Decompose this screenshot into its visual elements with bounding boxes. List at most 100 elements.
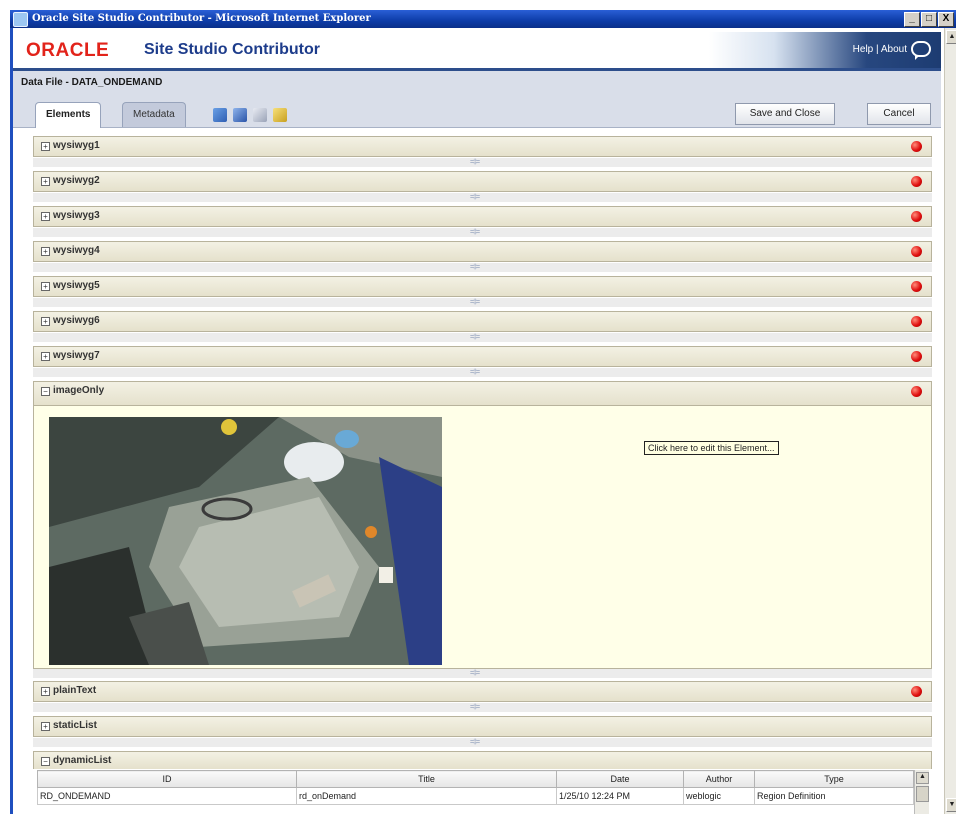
splitter[interactable]: =‡= — [33, 298, 932, 307]
expand-icon[interactable]: + — [41, 722, 50, 731]
expand-icon[interactable]: + — [41, 142, 50, 151]
expand-icon[interactable]: + — [41, 687, 50, 696]
element-label: imageOnly — [53, 385, 105, 396]
splitter[interactable]: =‡= — [33, 368, 932, 377]
element-label: wysiwyg4 — [53, 245, 100, 256]
dynamic-list-body: ID Title Date Author Type RD_ONDEMAND rd… — [33, 769, 932, 814]
splitter-grip-icon[interactable]: =‡= — [470, 159, 480, 166]
datafile-toolbar: Data File - DATA_ONDEMAND Elements Metad… — [13, 71, 941, 128]
splitter[interactable]: =‡= — [33, 333, 932, 342]
splitter-grip-icon[interactable]: =‡= — [470, 334, 480, 341]
element-label: wysiwyg7 — [53, 350, 100, 361]
expand-icon[interactable]: + — [41, 352, 50, 361]
splitter[interactable]: =‡= — [33, 263, 932, 272]
table-row[interactable]: RD_ONDEMAND rd_onDemand 1/25/10 12:24 PM… — [37, 787, 914, 805]
column-header-date[interactable]: Date — [556, 770, 684, 788]
image-element-body[interactable]: Click here to edit this Element... — [33, 406, 932, 669]
folder-icon[interactable] — [273, 108, 287, 122]
required-indicator-icon — [911, 211, 922, 222]
collapse-icon[interactable]: − — [41, 757, 50, 766]
splitter[interactable]: =‡= — [33, 738, 932, 747]
splitter[interactable]: =‡= — [33, 158, 932, 167]
required-indicator-icon — [911, 246, 922, 257]
expand-icon[interactable]: + — [41, 212, 50, 221]
element-label: wysiwyg5 — [53, 280, 100, 291]
splitter[interactable]: =‡= — [33, 669, 932, 678]
required-indicator-icon — [911, 686, 922, 697]
element-wysiwyg5[interactable]: + wysiwyg5 — [33, 276, 932, 297]
collapse-icon[interactable]: − — [41, 387, 50, 396]
splitter[interactable]: =‡= — [33, 193, 932, 202]
splitter-grip-icon[interactable]: =‡= — [470, 229, 480, 236]
minimize-button[interactable]: _ — [904, 12, 920, 27]
element-label: plainText — [53, 685, 97, 696]
about-link[interactable]: About — [881, 44, 907, 55]
engine-photo-graphic — [49, 417, 442, 665]
column-header-id[interactable]: ID — [37, 770, 297, 788]
required-indicator-icon — [911, 141, 922, 152]
expand-icon[interactable]: + — [41, 177, 50, 186]
splitter-grip-icon[interactable]: =‡= — [470, 670, 480, 677]
help-link[interactable]: Help — [853, 44, 874, 55]
chat-bubble-icon[interactable] — [911, 41, 931, 60]
cancel-button[interactable]: Cancel — [867, 103, 931, 125]
splitter[interactable]: =‡= — [33, 703, 932, 712]
element-wysiwyg7[interactable]: + wysiwyg7 — [33, 346, 932, 367]
close-window-button[interactable]: X — [938, 12, 954, 27]
document-icon[interactable] — [253, 108, 267, 122]
oracle-logo: ORACLE — [26, 40, 110, 61]
dynamic-list-table: ID Title Date Author Type RD_ONDEMAND rd… — [37, 770, 914, 805]
element-imageonly[interactable]: − imageOnly — [33, 381, 932, 406]
element-wysiwyg1[interactable]: + wysiwyg1 — [33, 136, 932, 157]
cell-date: 1/25/10 12:24 PM — [556, 787, 684, 805]
element-wysiwyg2[interactable]: + wysiwyg2 — [33, 171, 932, 192]
splitter-grip-icon[interactable]: =‡= — [470, 739, 480, 746]
elements-panel: + wysiwyg1 =‡= + wysiwyg2 =‡= + wysiwyg3… — [33, 129, 932, 814]
element-label: dynamicList — [53, 755, 112, 766]
element-wysiwyg3[interactable]: + wysiwyg3 — [33, 206, 932, 227]
datafile-title: Data File - DATA_ONDEMAND — [21, 77, 163, 88]
tab-elements[interactable]: Elements — [35, 102, 102, 128]
header-links: Help | About — [853, 44, 907, 55]
scroll-up-icon[interactable]: ▲ — [916, 772, 929, 784]
splitter-grip-icon[interactable]: =‡= — [470, 704, 480, 711]
refresh-icon[interactable] — [213, 108, 227, 122]
column-header-author[interactable]: Author — [683, 770, 755, 788]
product-name: Site Studio Contributor — [144, 41, 320, 58]
scroll-down-icon[interactable]: ▼ — [946, 798, 956, 812]
column-header-title[interactable]: Title — [296, 770, 557, 788]
splitter-grip-icon[interactable]: =‡= — [470, 264, 480, 271]
maximize-button[interactable]: □ — [921, 12, 937, 27]
window-scrollbar[interactable]: ▲ ▼ — [944, 28, 956, 814]
cell-author: weblogic — [683, 787, 755, 805]
required-indicator-icon — [911, 176, 922, 187]
scroll-up-icon[interactable]: ▲ — [946, 30, 956, 44]
element-label: wysiwyg3 — [53, 210, 100, 221]
save-icon[interactable] — [233, 108, 247, 122]
engine-image — [49, 417, 442, 665]
edit-element-hint[interactable]: Click here to edit this Element... — [644, 441, 779, 455]
required-indicator-icon — [911, 386, 922, 397]
splitter-grip-icon[interactable]: =‡= — [470, 194, 480, 201]
expand-icon[interactable]: + — [41, 247, 50, 256]
tab-metadata[interactable]: Metadata — [122, 102, 186, 127]
element-plaintext[interactable]: + plainText — [33, 681, 932, 702]
element-staticlist[interactable]: + staticList — [33, 716, 932, 737]
element-dynamiclist[interactable]: − dynamicList — [33, 751, 932, 770]
splitter-grip-icon[interactable]: =‡= — [470, 299, 480, 306]
scroll-thumb[interactable] — [916, 786, 929, 802]
splitter-grip-icon[interactable]: =‡= — [470, 369, 480, 376]
element-wysiwyg6[interactable]: + wysiwyg6 — [33, 311, 932, 332]
expand-icon[interactable]: + — [41, 282, 50, 291]
element-label: wysiwyg2 — [53, 175, 100, 186]
table-scrollbar[interactable]: ▲ — [914, 770, 929, 814]
element-label: staticList — [53, 720, 97, 731]
save-and-close-button[interactable]: Save and Close — [735, 103, 835, 125]
cell-id: RD_ONDEMAND — [37, 787, 297, 805]
app-header: ORACLE Site Studio Contributor Help | Ab… — [13, 32, 941, 71]
splitter[interactable]: =‡= — [33, 228, 932, 237]
element-wysiwyg4[interactable]: + wysiwyg4 — [33, 241, 932, 262]
expand-icon[interactable]: + — [41, 317, 50, 326]
required-indicator-icon — [911, 351, 922, 362]
column-header-type[interactable]: Type — [754, 770, 914, 788]
